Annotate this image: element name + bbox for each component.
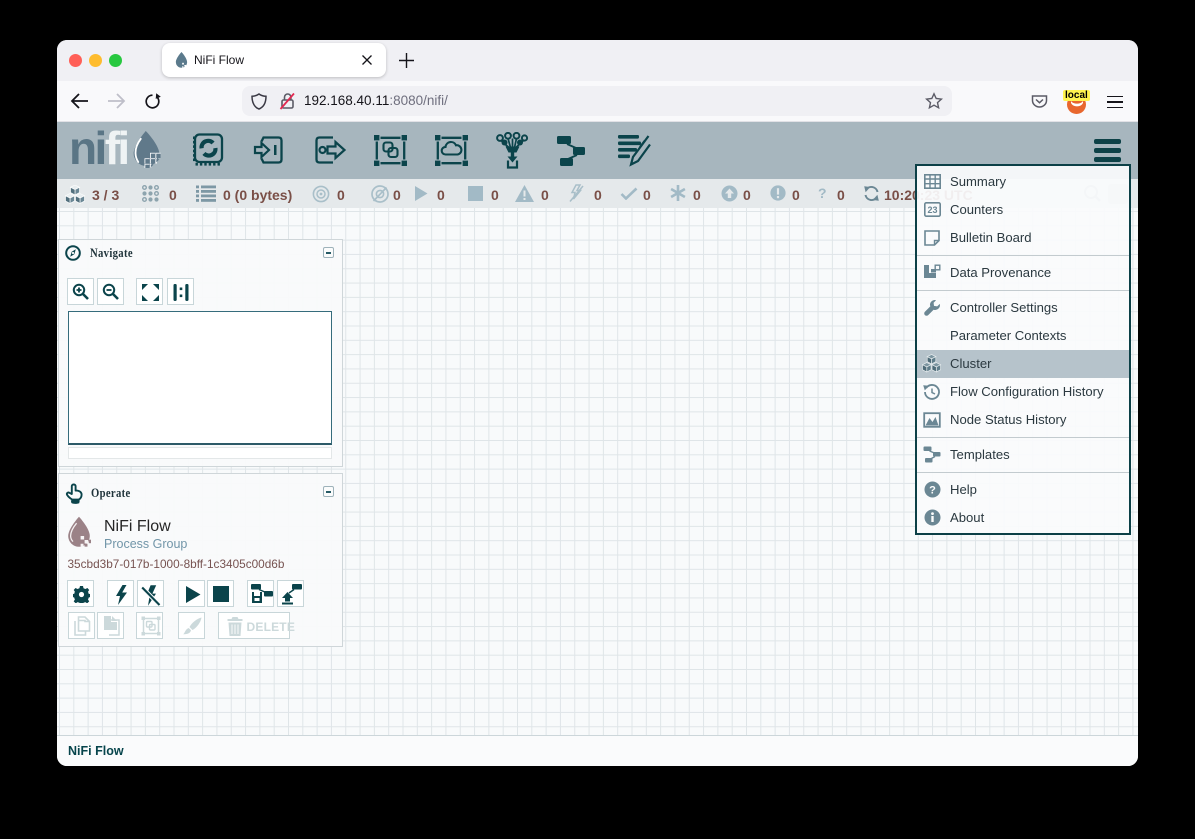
- svg-text:?: ?: [929, 485, 936, 497]
- svg-text:23: 23: [927, 205, 937, 215]
